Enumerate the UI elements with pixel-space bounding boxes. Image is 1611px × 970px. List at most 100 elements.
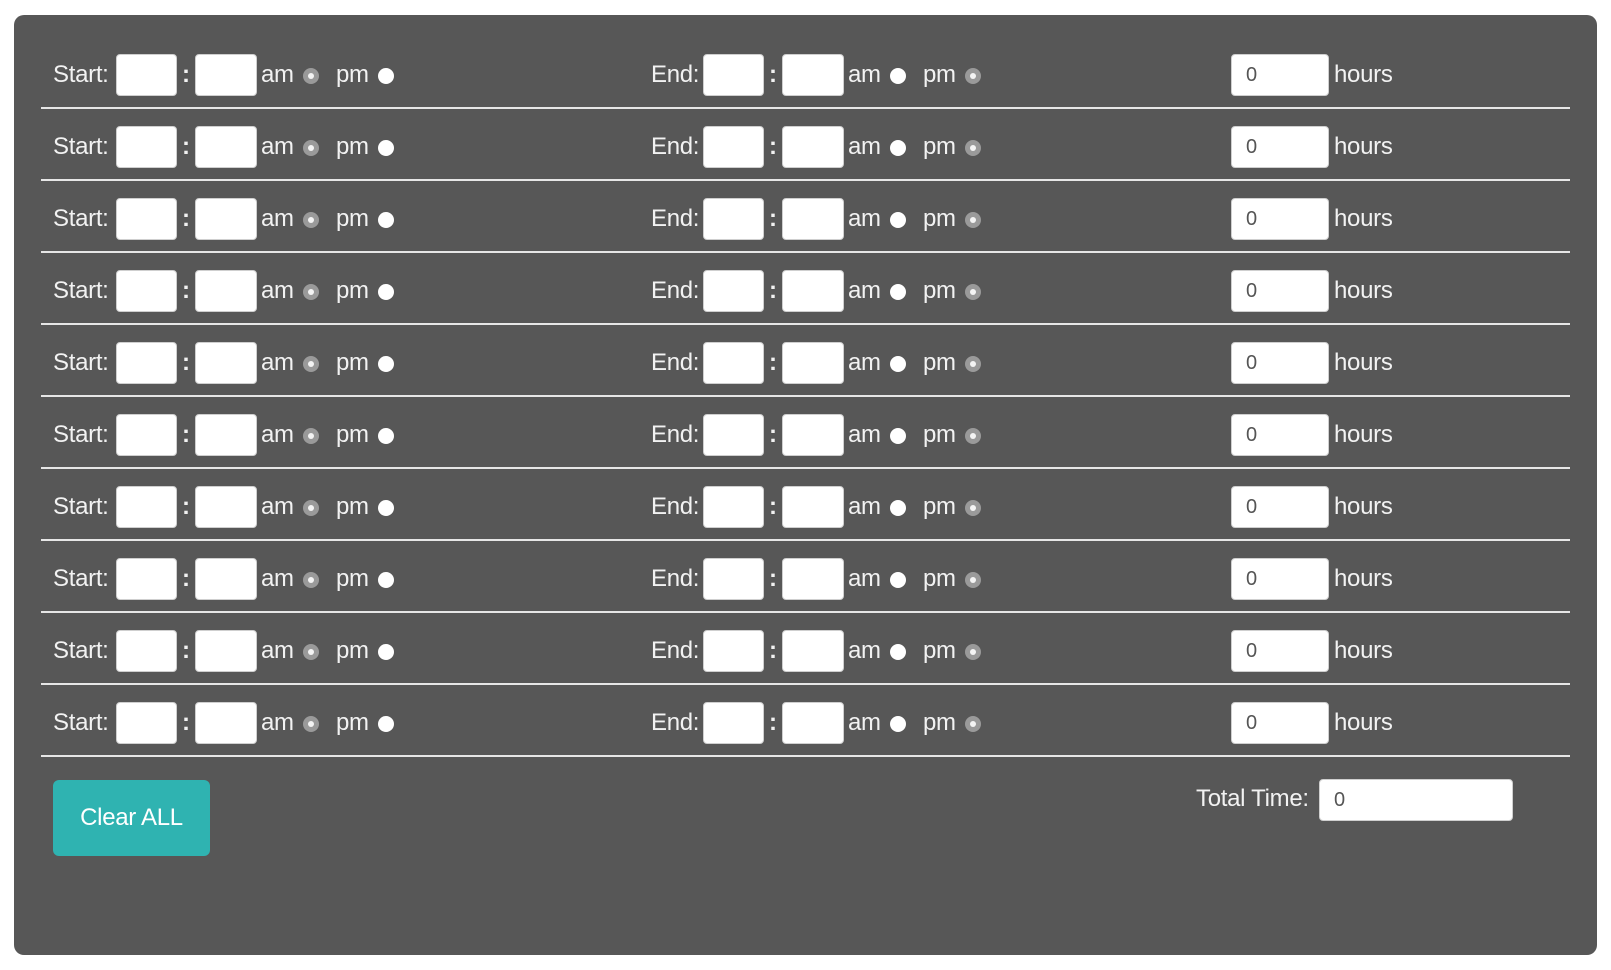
end-hour-input[interactable] [703,342,764,384]
hours-field[interactable] [1231,558,1329,600]
start-pm-radio[interactable] [378,572,394,588]
start-minute-input[interactable] [195,558,257,600]
end-hour-input[interactable] [703,54,764,96]
hours-field[interactable] [1231,630,1329,672]
end-am-radio[interactable] [890,716,906,732]
start-am-radio[interactable] [303,428,319,444]
start-label: Start: [53,205,109,232]
start-hour-input[interactable] [116,702,177,744]
start-am-radio[interactable] [303,500,319,516]
start-minute-input[interactable] [195,54,257,96]
end-pm-radio[interactable] [965,716,981,732]
end-pm-radio[interactable] [965,212,981,228]
start-minute-input[interactable] [195,486,257,528]
start-pm-radio[interactable] [378,284,394,300]
end-hour-input[interactable] [703,558,764,600]
end-am-radio[interactable] [890,212,906,228]
end-pm-radio[interactable] [965,284,981,300]
end-minute-input[interactable] [782,126,844,168]
hours-field[interactable] [1231,342,1329,384]
end-minute-input[interactable] [782,342,844,384]
end-am-radio[interactable] [890,140,906,156]
hours-field[interactable] [1231,702,1329,744]
start-pm-radio[interactable] [378,140,394,156]
end-pm-radio[interactable] [965,500,981,516]
start-am-radio[interactable] [303,212,319,228]
start-pm-radio[interactable] [378,356,394,372]
clear-all-button[interactable]: Clear ALL [53,780,210,856]
end-am-radio[interactable] [890,68,906,84]
end-hour-input[interactable] [703,702,764,744]
end-am-radio[interactable] [890,356,906,372]
end-hour-input[interactable] [703,486,764,528]
start-minute-input[interactable] [195,342,257,384]
start-minute-input[interactable] [195,630,257,672]
start-pm-radio[interactable] [378,500,394,516]
end-am-radio[interactable] [890,572,906,588]
end-am-radio[interactable] [890,644,906,660]
start-pm-radio[interactable] [378,212,394,228]
start-colon: : [182,421,190,448]
hours-field[interactable] [1231,270,1329,312]
start-am-radio[interactable] [303,284,319,300]
end-pm-radio[interactable] [965,644,981,660]
start-am-radio[interactable] [303,356,319,372]
start-hour-input[interactable] [116,198,177,240]
end-hour-input[interactable] [703,126,764,168]
end-pm-radio[interactable] [965,140,981,156]
start-hour-input[interactable] [116,558,177,600]
end-am-radio[interactable] [890,428,906,444]
start-am-radio[interactable] [303,644,319,660]
end-minute-input[interactable] [782,486,844,528]
end-am-label: am [848,277,881,304]
start-am-radio[interactable] [303,68,319,84]
end-hour-input[interactable] [703,414,764,456]
hours-label: hours [1334,637,1393,664]
total-time-label: Total Time: [1196,785,1309,812]
start-hour-input[interactable] [116,486,177,528]
end-minute-input[interactable] [782,558,844,600]
end-minute-input[interactable] [782,414,844,456]
end-am-label: am [848,349,881,376]
start-pm-radio[interactable] [378,644,394,660]
start-pm-radio[interactable] [378,428,394,444]
hours-label: hours [1334,349,1393,376]
end-hour-input[interactable] [703,270,764,312]
start-pm-label: pm [336,565,369,592]
end-minute-input[interactable] [782,702,844,744]
start-am-radio[interactable] [303,716,319,732]
end-pm-radio[interactable] [965,572,981,588]
start-minute-input[interactable] [195,270,257,312]
start-minute-input[interactable] [195,126,257,168]
start-minute-input[interactable] [195,414,257,456]
start-hour-input[interactable] [116,270,177,312]
start-pm-radio[interactable] [378,68,394,84]
hours-field[interactable] [1231,414,1329,456]
start-am-radio[interactable] [303,140,319,156]
end-minute-input[interactable] [782,630,844,672]
start-hour-input[interactable] [116,126,177,168]
hours-field[interactable] [1231,486,1329,528]
end-pm-radio[interactable] [965,356,981,372]
total-time-field[interactable] [1319,779,1513,821]
end-minute-input[interactable] [782,270,844,312]
end-minute-input[interactable] [782,54,844,96]
start-am-radio[interactable] [303,572,319,588]
start-hour-input[interactable] [116,414,177,456]
end-am-radio[interactable] [890,500,906,516]
end-hour-input[interactable] [703,630,764,672]
hours-field[interactable] [1231,198,1329,240]
end-am-radio[interactable] [890,284,906,300]
start-hour-input[interactable] [116,54,177,96]
start-hour-input[interactable] [116,342,177,384]
start-hour-input[interactable] [116,630,177,672]
start-pm-radio[interactable] [378,716,394,732]
hours-field[interactable] [1231,126,1329,168]
start-minute-input[interactable] [195,702,257,744]
end-pm-radio[interactable] [965,428,981,444]
hours-field[interactable] [1231,54,1329,96]
end-minute-input[interactable] [782,198,844,240]
end-pm-radio[interactable] [965,68,981,84]
start-minute-input[interactable] [195,198,257,240]
end-hour-input[interactable] [703,198,764,240]
